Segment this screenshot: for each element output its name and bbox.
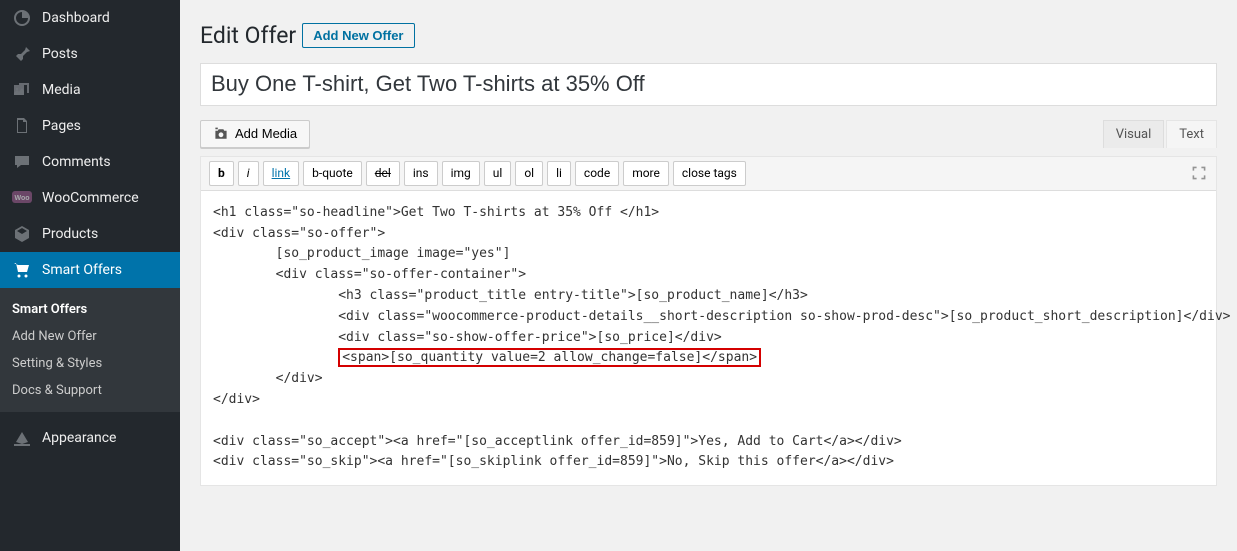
pages-icon <box>12 116 32 136</box>
dashboard-icon <box>12 8 32 28</box>
sidebar-item-label: Pages <box>42 118 81 135</box>
qt-img[interactable]: img <box>442 161 480 186</box>
qt-blockquote[interactable]: b-quote <box>303 161 362 186</box>
submenu-smart-offers[interactable]: Smart Offers <box>0 296 180 323</box>
editor-tabs: Visual Text <box>1103 120 1217 148</box>
sidebar-item-pages[interactable]: Pages <box>0 108 180 144</box>
sidebar-item-label: Products <box>42 226 98 243</box>
tab-text[interactable]: Text <box>1166 120 1217 148</box>
editor-textarea[interactable]: <h1 class="so-headline">Get Two T-shirts… <box>201 191 1216 485</box>
cart-icon <box>12 260 32 280</box>
svg-text:Woo: Woo <box>14 195 29 202</box>
qt-ins[interactable]: ins <box>404 161 438 186</box>
qt-link[interactable]: link <box>263 161 300 186</box>
sidebar-item-label: Posts <box>42 46 78 63</box>
add-media-button[interactable]: Add Media <box>200 120 310 148</box>
submenu-setting-styles[interactable]: Setting & Styles <box>0 350 180 377</box>
qt-ol[interactable]: ol <box>515 161 543 186</box>
fullscreen-icon[interactable] <box>1190 164 1208 182</box>
sidebar-item-woocommerce[interactable]: Woo WooCommerce <box>0 180 180 216</box>
qt-ul[interactable]: ul <box>484 161 512 186</box>
qt-li[interactable]: li <box>547 161 571 186</box>
admin-sidebar: Dashboard Posts Media Pages Comments Woo… <box>0 0 180 551</box>
quicktags-toolbar: b i link b-quote del ins img ul ol li co… <box>201 157 1216 191</box>
comments-icon <box>12 152 32 172</box>
qt-del[interactable]: del <box>366 161 400 186</box>
editor-container: b i link b-quote del ins img ul ol li co… <box>200 156 1217 487</box>
woo-icon: Woo <box>12 188 32 208</box>
page-heading: Edit Offer <box>200 22 296 49</box>
qt-close-tags[interactable]: close tags <box>673 161 746 186</box>
sidebar-item-label: Comments <box>42 154 111 171</box>
sidebar-item-label: Smart Offers <box>42 262 122 279</box>
sidebar-item-smart-offers[interactable]: Smart Offers <box>0 252 180 288</box>
products-icon <box>12 224 32 244</box>
submenu-docs-support[interactable]: Docs & Support <box>0 377 180 404</box>
sidebar-item-posts[interactable]: Posts <box>0 36 180 72</box>
qt-bold[interactable]: b <box>209 161 234 186</box>
pin-icon <box>12 44 32 64</box>
sidebar-item-appearance[interactable]: Appearance <box>0 420 180 456</box>
sidebar-item-dashboard[interactable]: Dashboard <box>0 0 180 36</box>
sidebar-item-label: Appearance <box>42 430 116 447</box>
camera-icon <box>213 126 229 142</box>
add-media-label: Add Media <box>235 126 297 141</box>
tab-visual[interactable]: Visual <box>1103 120 1165 148</box>
sidebar-item-comments[interactable]: Comments <box>0 144 180 180</box>
qt-code[interactable]: code <box>575 161 619 186</box>
add-new-offer-button[interactable]: Add New Offer <box>302 23 414 48</box>
offer-title-input[interactable] <box>200 63 1217 106</box>
highlighted-shortcode: <span>[so_quantity value=2 allow_change=… <box>338 348 761 367</box>
sidebar-item-media[interactable]: Media <box>0 72 180 108</box>
qt-more[interactable]: more <box>623 161 669 186</box>
sidebar-item-label: WooCommerce <box>42 190 139 207</box>
sidebar-item-label: Media <box>42 82 81 99</box>
appearance-icon <box>12 428 32 448</box>
main-content: Edit Offer Add New Offer Add Media Visua… <box>180 0 1237 551</box>
sidebar-item-products[interactable]: Products <box>0 216 180 252</box>
media-icon <box>12 80 32 100</box>
qt-italic[interactable]: i <box>238 161 259 186</box>
sidebar-submenu: Smart Offers Add New Offer Setting & Sty… <box>0 288 180 412</box>
sidebar-item-label: Dashboard <box>42 10 110 27</box>
submenu-add-new-offer[interactable]: Add New Offer <box>0 323 180 350</box>
